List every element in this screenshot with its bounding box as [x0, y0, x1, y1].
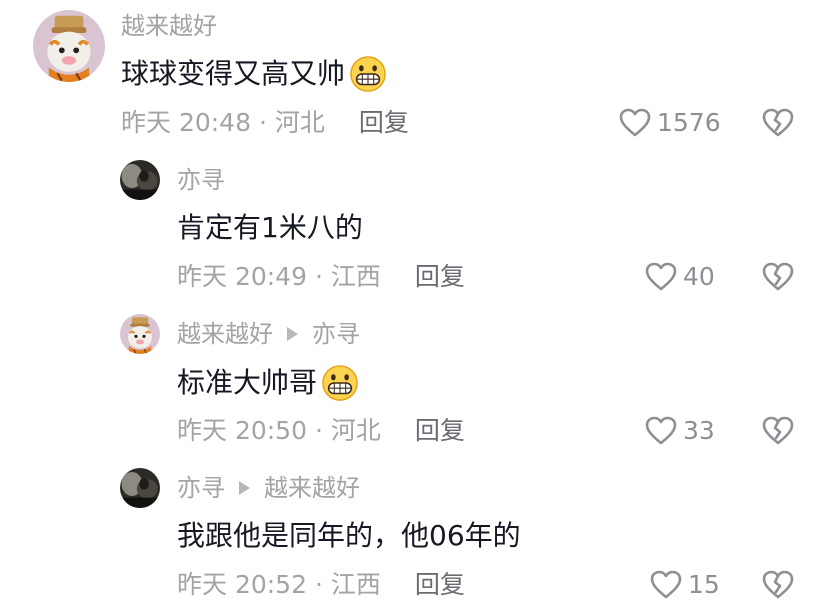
avatar[interactable] [33, 10, 105, 82]
dislike-button[interactable] [762, 107, 794, 143]
like-button[interactable]: 33 [645, 415, 715, 447]
heart-outline-icon [650, 569, 682, 601]
username[interactable]: 亦寻 [177, 473, 225, 503]
time-location: 昨天 20:49 · 江西 [177, 262, 381, 291]
grinning-face-emoji-icon [321, 364, 359, 402]
username[interactable]: 亦寻 [177, 165, 225, 195]
broken-heart-icon [762, 261, 794, 293]
reply-item: 亦寻 肯定有1米八的 昨天 20:49 · 江西 回复 40 [0, 150, 828, 304]
triangle-right-icon [239, 481, 250, 495]
meta-row: 昨天 20:48 · 河北 回复 [121, 107, 409, 139]
heart-outline-icon [645, 415, 677, 447]
photo-avatar-icon [120, 160, 160, 200]
comment-item: 越来越好 球球变得又高又帅 昨天 20:48 · 河北 回复 1576 [0, 0, 828, 150]
username-row: 越来越好 [121, 11, 217, 41]
like-button[interactable]: 15 [650, 569, 720, 601]
reply-item: 亦寻 越来越好 我跟他是同年的，他06年的 昨天 20:52 · 江西 回复 1… [0, 458, 828, 599]
meta-row: 昨天 20:49 · 江西 回复 [177, 261, 465, 293]
meta-row: 昨天 20:52 · 江西 回复 [177, 569, 465, 601]
avatar[interactable] [120, 160, 160, 200]
heart-outline-icon [619, 107, 651, 139]
reply-button[interactable]: 回复 [415, 569, 465, 601]
username-row: 亦寻 [177, 165, 225, 195]
time-location: 昨天 20:52 · 江西 [177, 570, 381, 599]
comment-text: 标准大帅哥 [177, 364, 359, 402]
username-row: 越来越好 亦寻 [177, 319, 360, 349]
triangle-right-icon [287, 327, 298, 341]
username[interactable]: 越来越好 [177, 319, 273, 349]
time-location: 昨天 20:48 · 河北 [121, 108, 325, 137]
comment-text: 球球变得又高又帅 [121, 55, 387, 93]
dislike-button[interactable] [762, 261, 794, 297]
photo-avatar-icon [120, 468, 160, 508]
broken-heart-icon [762, 107, 794, 139]
comment-text: 肯定有1米八的 [177, 210, 363, 246]
like-button[interactable]: 1576 [619, 107, 721, 139]
tiger-avatar-icon [120, 314, 160, 354]
comment-text: 我跟他是同年的，他06年的 [177, 518, 521, 554]
heart-outline-icon [645, 261, 677, 293]
tiger-avatar-icon [33, 10, 105, 82]
reply-button[interactable]: 回复 [415, 415, 465, 447]
reply-button[interactable]: 回复 [359, 107, 409, 139]
reply-button[interactable]: 回复 [415, 261, 465, 293]
avatar[interactable] [120, 314, 160, 354]
username-row: 亦寻 越来越好 [177, 473, 360, 503]
meta-row: 昨天 20:50 · 河北 回复 [177, 415, 465, 447]
reply-to-username[interactable]: 越来越好 [264, 473, 360, 503]
reply-item: 越来越好 亦寻 标准大帅哥 昨天 20:50 · 河北 回复 33 [0, 304, 828, 458]
comment-text-content: 标准大帅哥 [177, 366, 318, 399]
reply-to-username[interactable]: 亦寻 [312, 319, 360, 349]
like-count: 40 [683, 262, 715, 291]
broken-heart-icon [762, 569, 794, 601]
avatar[interactable] [120, 468, 160, 508]
broken-heart-icon [762, 415, 794, 447]
dislike-button[interactable] [762, 569, 794, 605]
like-button[interactable]: 40 [645, 261, 715, 293]
like-count: 33 [683, 416, 715, 445]
like-count: 1576 [657, 108, 721, 137]
comment-text-content: 我跟他是同年的，他06年的 [177, 519, 521, 552]
grinning-face-emoji-icon [349, 55, 387, 93]
time-location: 昨天 20:50 · 河北 [177, 416, 381, 445]
username[interactable]: 越来越好 [121, 11, 217, 41]
comment-text-content: 肯定有1米八的 [177, 211, 363, 244]
dislike-button[interactable] [762, 415, 794, 451]
comment-text-content: 球球变得又高又帅 [121, 57, 346, 90]
like-count: 15 [688, 570, 720, 599]
